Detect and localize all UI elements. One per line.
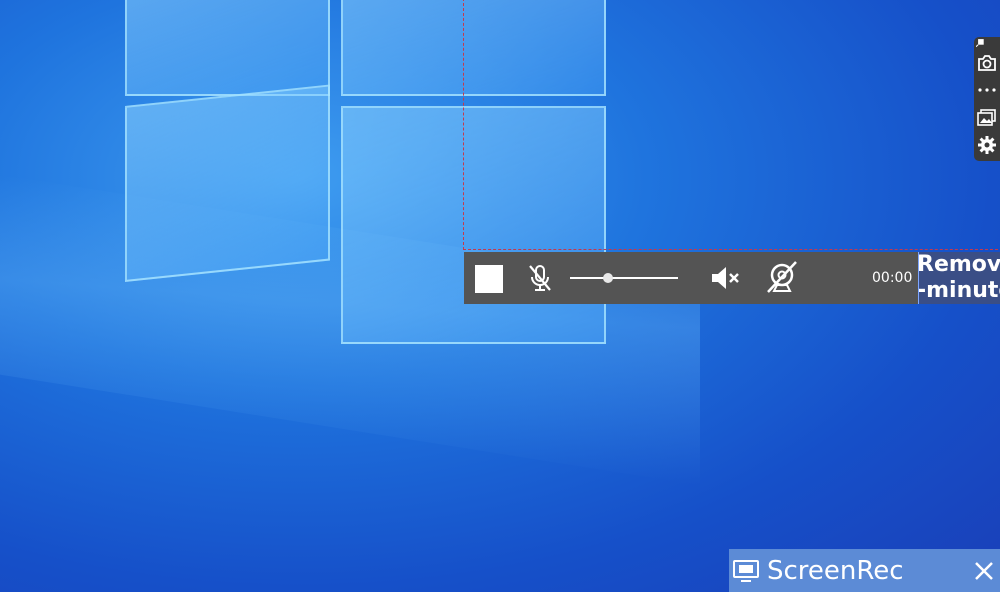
logo-pane-top-left: [125, 0, 330, 96]
close-icon[interactable]: [972, 559, 996, 583]
recorder-control-bar: 00:00 Remove -minute: [464, 252, 1000, 304]
recording-region-outline[interactable]: [463, 0, 1000, 250]
overlay-caption-line-1: Remove: [918, 252, 1000, 277]
screenrec-notice-bar[interactable]: ScreenRec: [729, 549, 1000, 592]
stop-recording-button[interactable]: [475, 265, 503, 293]
webcam-off-icon[interactable]: [764, 260, 800, 296]
slider-thumb[interactable]: [602, 273, 613, 283]
overlay-caption-line-2: -minute: [918, 278, 1000, 303]
more-dots-icon[interactable]: [977, 80, 997, 100]
monitor-icon: [733, 560, 759, 582]
speaker-muted-icon[interactable]: [709, 262, 741, 294]
microphone-volume-slider[interactable]: [570, 270, 678, 286]
image-gallery-icon[interactable]: [977, 108, 997, 128]
microphone-muted-icon[interactable]: [524, 262, 556, 294]
pin-icon[interactable]: [976, 37, 990, 51]
side-toolbar: [974, 37, 1000, 161]
overlay-caption-text: Remove -minute: [918, 252, 1000, 304]
gear-icon[interactable]: [977, 135, 997, 155]
recording-timer: 00:00: [872, 270, 913, 286]
logo-pane-bottom-left: [125, 84, 330, 282]
app-name-label: ScreenRec: [767, 556, 904, 586]
slider-track: [570, 277, 678, 279]
desktop-wallpaper: 00:00 Remove -minute: [0, 0, 1000, 592]
camera-icon[interactable]: [977, 53, 997, 73]
